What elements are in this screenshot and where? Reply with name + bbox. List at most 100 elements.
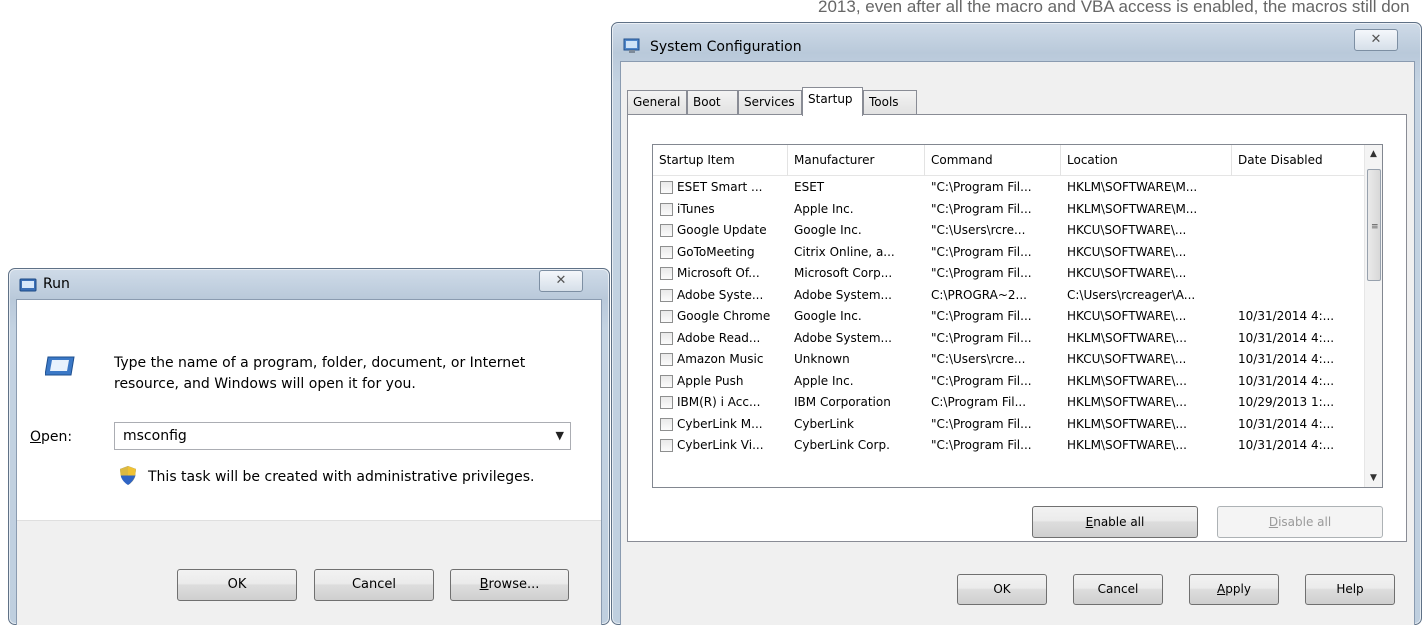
cell-command: C:\PROGRA~2...	[931, 287, 1027, 302]
grip-icon: ≡	[1371, 222, 1379, 232]
cell-startup-item: Adobe Syste...	[677, 287, 764, 302]
tab-startup[interactable]: Startup	[802, 87, 863, 116]
cell-manufacturer: Citrix Online, a...	[794, 244, 895, 259]
system-configuration-dialog: System Configuration ✕ General Boot Serv…	[611, 22, 1422, 625]
run-close-button[interactable]: ✕	[539, 270, 583, 292]
tab-boot[interactable]: Boot	[687, 90, 738, 115]
table-row[interactable]: CyberLink Vi... CyberLink Corp. "C:\Progra…	[653, 435, 1365, 457]
cell-location: HKCU\SOFTWARE\...	[1067, 352, 1187, 366]
open-combobox[interactable]: msconfig ▼	[114, 422, 571, 450]
table-row[interactable]: GoToMeeting Citrix Online, a... "C:\Progra…	[653, 242, 1365, 264]
open-label: Open:	[30, 429, 73, 445]
open-input[interactable]: msconfig	[123, 428, 187, 444]
table-row[interactable]: Amazon Music Unknown "C:\Users\rcre... HKCU…	[653, 349, 1365, 371]
cell-startup-item: iTunes	[677, 201, 715, 216]
startup-items-list[interactable]: Startup Item Manufacturer Command Locati…	[652, 144, 1383, 488]
cell-location: HKLM\SOFTWARE\...	[1067, 395, 1187, 409]
column-date-disabled[interactable]: Date Disabled	[1232, 145, 1365, 176]
tab-tools[interactable]: Tools	[863, 90, 917, 115]
startup-item-checkbox[interactable]	[660, 288, 673, 302]
startup-item-checkbox[interactable]	[660, 267, 673, 280]
apply-button[interactable]: Apply	[1189, 574, 1279, 605]
sysconfig-titlebar[interactable]: System Configuration ✕	[612, 23, 1421, 55]
sysconfig-close-button[interactable]: ✕	[1354, 29, 1398, 51]
cell-command: "C:\Program Fil...	[931, 201, 1032, 216]
table-row[interactable]: Adobe Syste... Adobe System... C:\PROGRA~2…	[653, 285, 1365, 307]
startup-item-checkbox[interactable]	[660, 374, 673, 388]
startup-item-checkbox[interactable]	[660, 202, 673, 216]
table-row[interactable]: ESET Smart ... ESET "C:\Program Fil... HKLM…	[653, 177, 1365, 199]
cell-date-disabled: 10/31/2014 4:...	[1238, 416, 1335, 431]
cell-startup-item: CyberLink M...	[677, 416, 763, 431]
cell-location: HKCU\SOFTWARE\...	[1067, 223, 1187, 237]
sysconfig-cancel-button[interactable]: Cancel	[1073, 574, 1163, 605]
ok-button[interactable]: OK	[177, 569, 297, 601]
cell-command: "C:\Program Fil...	[931, 416, 1032, 431]
column-location[interactable]: Location	[1061, 145, 1232, 176]
cell-command: "C:\Program Fil...	[931, 438, 1032, 452]
table-row[interactable]: Google Update Google Inc. "C:\Users\rcre..…	[653, 220, 1365, 242]
startup-item-checkbox[interactable]	[660, 417, 673, 431]
table-row[interactable]: IBM(R) i Acc... IBM Corporation C:\Program…	[653, 392, 1365, 414]
cell-manufacturer: Apple Inc.	[794, 201, 854, 216]
table-row[interactable]: CyberLink M... CyberLink "C:\Program Fil..…	[653, 414, 1365, 436]
disable-all-button[interactable]: Disable all	[1217, 506, 1383, 538]
cell-command: "C:\Program Fil...	[931, 180, 1032, 194]
browse-button[interactable]: Browse...	[450, 569, 569, 601]
cell-command: "C:\Users\rcre...	[931, 223, 1026, 237]
scroll-up-icon[interactable]: ▲	[1367, 149, 1380, 159]
cancel-button[interactable]: Cancel	[314, 569, 434, 601]
startup-item-checkbox[interactable]	[660, 310, 673, 323]
cell-manufacturer: Google Inc.	[794, 223, 862, 237]
sysconfig-ok-button[interactable]: OK	[957, 574, 1047, 605]
cell-startup-item: ESET Smart ...	[677, 180, 763, 194]
table-row[interactable]: iTunes Apple Inc. "C:\Program Fil... HKLM\S…	[653, 199, 1365, 221]
table-row[interactable]: Adobe Read... Adobe System... "C:\Program …	[653, 328, 1365, 350]
column-startup-item[interactable]: Startup Item	[653, 145, 788, 176]
cell-location: HKLM\SOFTWARE\M...	[1067, 180, 1198, 194]
sysconfig-title: System Configuration	[650, 39, 802, 55]
cell-location: HKLM\SOFTWARE\...	[1067, 373, 1187, 388]
table-row[interactable]: Google Chrome Google Inc. "C:\Program Fil.…	[653, 306, 1365, 328]
sysconfig-client-area: General Boot Services Startup Tools Star…	[620, 61, 1415, 625]
startup-item-checkbox[interactable]	[660, 331, 673, 345]
cell-command: C:\Program Fil...	[931, 395, 1027, 409]
cell-manufacturer: Adobe System...	[794, 330, 892, 345]
cell-location: HKLM\SOFTWARE\...	[1067, 438, 1187, 452]
startup-item-checkbox[interactable]	[660, 353, 673, 366]
cell-location: HKCU\SOFTWARE\...	[1067, 244, 1187, 259]
msconfig-app-icon	[623, 38, 640, 53]
cell-command: "C:\Program Fil...	[931, 373, 1032, 388]
cell-manufacturer: Unknown	[794, 352, 850, 366]
cell-command: "C:\Program Fil...	[931, 330, 1032, 345]
table-row[interactable]: Microsoft Of... Microsoft Corp... "C:\Prog…	[653, 263, 1365, 285]
column-manufacturer[interactable]: Manufacturer	[788, 145, 925, 176]
startup-item-checkbox[interactable]	[660, 396, 673, 409]
scroll-down-icon[interactable]: ▼	[1367, 473, 1380, 483]
run-button-bar: OK Cancel Browse...	[17, 520, 601, 625]
enable-all-button[interactable]: Enable all	[1032, 506, 1198, 538]
scrollbar-thumb[interactable]: ≡	[1367, 169, 1381, 281]
help-button[interactable]: Help	[1305, 574, 1395, 605]
vertical-scrollbar[interactable]: ▲ ≡ ▼	[1364, 145, 1382, 487]
cell-startup-item: Apple Push	[677, 373, 744, 388]
tab-services[interactable]: Services	[738, 90, 802, 115]
cell-location: HKLM\SOFTWARE\...	[1067, 330, 1187, 345]
cell-location: HKCU\SOFTWARE\...	[1067, 309, 1187, 323]
startup-item-checkbox[interactable]	[660, 224, 673, 237]
dropdown-arrow-icon[interactable]: ▼	[556, 429, 564, 442]
cell-manufacturer: Apple Inc.	[794, 373, 854, 388]
cell-startup-item: Amazon Music	[677, 352, 764, 366]
background-document-text: 2013, even after all the macro and VBA a…	[818, 0, 1410, 16]
startup-item-checkbox[interactable]	[660, 439, 673, 452]
tab-general[interactable]: General	[627, 90, 687, 115]
cell-location: C:\Users\rcreager\A...	[1067, 287, 1196, 302]
run-titlebar[interactable]: Run ✕	[9, 269, 609, 299]
startup-item-checkbox[interactable]	[660, 245, 673, 259]
table-row[interactable]: Apple Push Apple Inc. "C:\Program Fil... HK…	[653, 371, 1365, 393]
cell-date-disabled: 10/31/2014 4:...	[1238, 438, 1335, 452]
column-command[interactable]: Command	[925, 145, 1061, 176]
startup-item-checkbox[interactable]	[660, 181, 673, 194]
cell-startup-item: CyberLink Vi...	[677, 438, 764, 452]
cell-startup-item: IBM(R) i Acc...	[677, 395, 761, 409]
